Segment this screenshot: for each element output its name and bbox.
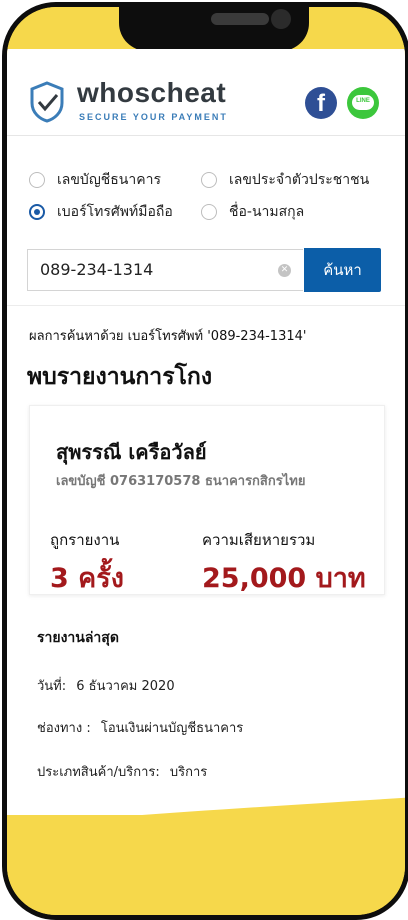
speaker-icon <box>211 13 269 25</box>
type-label: ประเภทสินค้า/บริการ: <box>37 765 160 780</box>
notch <box>119 7 309 51</box>
damage-label: ความเสียหายรวม <box>202 531 316 549</box>
radio-label: เลขบัญชีธนาคาร <box>57 172 161 188</box>
latest-report-title: รายงานล่าสุด <box>37 630 119 646</box>
latest-type-row: ประเภทสินค้า/บริการ: บริการ <box>37 761 207 782</box>
line-icon[interactable]: LINE <box>347 87 379 119</box>
found-title: พบรายงานการโกง <box>27 364 213 390</box>
radio-name[interactable]: ชื่อ-นามสกุล <box>201 201 304 223</box>
facebook-icon[interactable]: f <box>305 87 337 119</box>
screen: whoscheat SECURE YOUR PAYMENT f LINE เลข… <box>7 49 405 849</box>
line-icon-label: LINE <box>356 98 370 104</box>
type-value: บริการ <box>169 765 208 780</box>
bottom-band <box>7 815 405 915</box>
search-button[interactable]: ค้นหา <box>304 248 381 292</box>
radio-button[interactable] <box>201 172 217 188</box>
phone-frame: whoscheat SECURE YOUR PAYMENT f LINE เลข… <box>0 0 408 920</box>
shield-check-icon <box>30 81 64 123</box>
result-card: สุพรรณี เครือวัลย์ เลขบัญชี 0763170578 ธ… <box>29 405 385 595</box>
brand-logo[interactable]: whoscheat <box>77 77 226 109</box>
radio-phone[interactable]: เบอร์โทรศัพท์มือถือ <box>29 201 173 223</box>
device-bezel: whoscheat SECURE YOUR PAYMENT f LINE เลข… <box>2 2 408 920</box>
date-value: 6 ธันวาคม 2020 <box>76 679 175 694</box>
reported-label: ถูกรายงาน <box>50 531 120 549</box>
radio-button-selected[interactable] <box>29 204 45 220</box>
latest-date-row: วันที่: 6 ธันวาคม 2020 <box>37 675 175 696</box>
clear-icon[interactable]: ✕ <box>278 264 291 277</box>
radio-button[interactable] <box>201 204 217 220</box>
damage-total: 25,000 บาท <box>202 563 366 594</box>
radio-label: เบอร์โทรศัพท์มือถือ <box>57 204 173 220</box>
channel-value: โอนเงินผ่านบัญชีธนาคาร <box>100 721 244 736</box>
radio-button[interactable] <box>29 172 45 188</box>
search-input[interactable]: 089-234-1314 ✕ <box>27 249 303 291</box>
search-input-value[interactable]: 089-234-1314 <box>40 260 153 279</box>
latest-channel-row: ช่องทาง : โอนเงินผ่านบัญชีธนาคาร <box>37 717 243 738</box>
radio-label: เลขประจำตัวประชาชน <box>229 172 370 188</box>
camera-icon <box>271 9 291 29</box>
date-label: วันที่: <box>37 679 67 694</box>
latest-report: รายงานล่าสุด วันที่: 6 ธันวาคม 2020 ช่อง… <box>37 609 383 809</box>
reported-count: 3 ครั้ง <box>50 563 124 594</box>
channel-label: ช่องทาง : <box>37 721 91 736</box>
brand-tagline: SECURE YOUR PAYMENT <box>79 112 228 122</box>
radio-id-card[interactable]: เลขประจำตัวประชาชน <box>201 169 369 191</box>
radio-bank-account[interactable]: เลขบัญชีธนาคาร <box>29 169 161 191</box>
suspect-name[interactable]: สุพรรณี เครือวัลย์ <box>56 436 207 468</box>
divider <box>7 305 405 306</box>
site-header: whoscheat SECURE YOUR PAYMENT f LINE <box>7 49 405 136</box>
radio-label: ชื่อ-นามสกุล <box>229 204 305 220</box>
suspect-account: เลขบัญชี 0763170578 ธนาคารกสิกรไทย <box>56 474 306 489</box>
result-summary: ผลการค้นหาด้วย เบอร์โทรศัพท์ '089-234-13… <box>29 329 307 344</box>
